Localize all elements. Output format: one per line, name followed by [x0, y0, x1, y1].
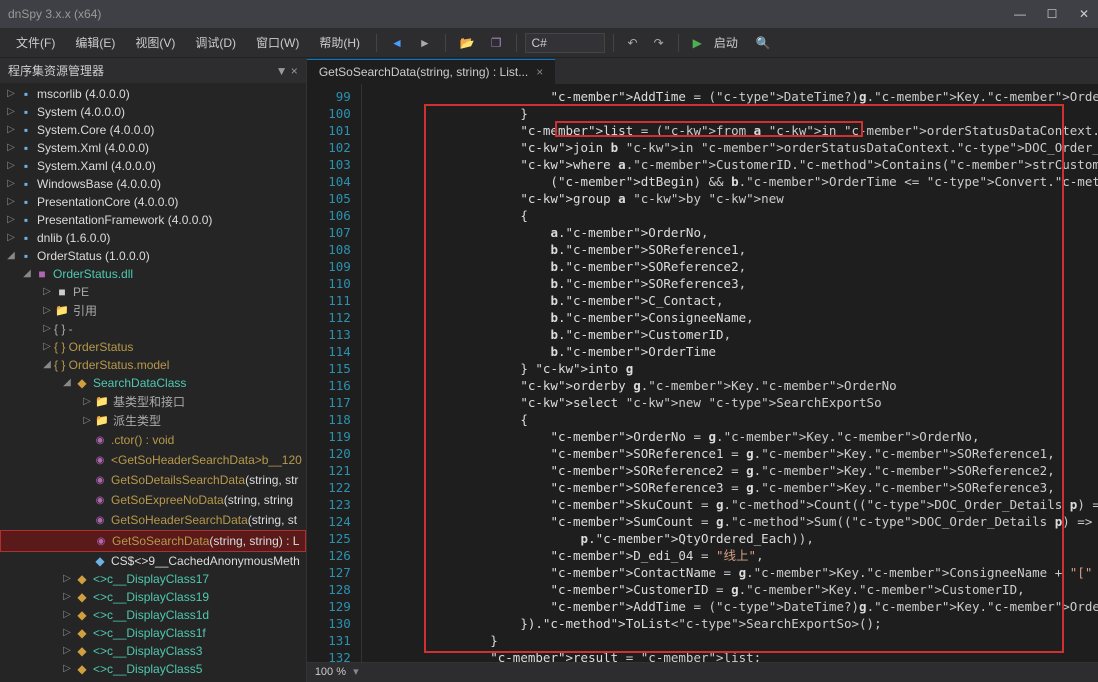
assembly-explorer-title: 程序集资源管理器 [8, 62, 104, 79]
tree-basetypes[interactable]: ▷基类型和接口 [0, 392, 306, 411]
tree-dnlib[interactable]: ▷dnlib (1.6.0.0) [0, 229, 306, 247]
tree-dc3[interactable]: ▷<>c__DisplayClass3 [0, 642, 306, 660]
run-icon[interactable]: ▶ [687, 32, 708, 54]
tree-ctor[interactable]: .ctor() : void [0, 430, 306, 450]
tree-m5-selected[interactable]: GetSoSearchData(string, string) : L [0, 530, 306, 552]
tree-searchdataclass[interactable]: ◢SearchDataClass [0, 374, 306, 392]
menu-edit[interactable]: 编辑(E) [67, 30, 123, 55]
save-icon[interactable]: ❐ [485, 32, 508, 54]
editor-tabs: GetSoSearchData(string, string) : List..… [307, 58, 1098, 84]
menu-view[interactable]: 视图(V) [127, 30, 183, 55]
menu-help[interactable]: 帮助(H) [311, 30, 368, 55]
zoom-level[interactable]: 100 % [315, 666, 346, 678]
minimize-icon[interactable]: — [1014, 8, 1026, 20]
tree-systemxaml[interactable]: ▷System.Xaml (4.0.0.0) [0, 157, 306, 175]
tree-ns-orderstatus[interactable]: ▷{ } OrderStatus [0, 338, 306, 356]
tree-presentationframework[interactable]: ▷PresentationFramework (4.0.0.0) [0, 211, 306, 229]
tree-ns-orderstatus-model[interactable]: ◢{ } OrderStatus.model [0, 356, 306, 374]
tree-m2[interactable]: GetSoDetailsSearchData(string, str [0, 470, 306, 490]
code-view[interactable]: "c-member">AddTime = ("c-type">DateTime?… [362, 84, 1098, 662]
tree-dc1d[interactable]: ▷<>c__DisplayClass1d [0, 606, 306, 624]
forward-icon[interactable]: ► [413, 32, 437, 54]
tree-orderstatus-dll[interactable]: ◢OrderStatus.dll [0, 265, 306, 283]
tab-title: GetSoSearchData(string, string) : List..… [319, 65, 528, 79]
tree-m6[interactable]: ◆CS$<>9__CachedAnonymousMeth [0, 552, 306, 570]
close-icon[interactable]: ✕ [1078, 8, 1090, 20]
tree-dc8[interactable]: ▷<>c__DisplayClass8 [0, 678, 306, 682]
menu-file[interactable]: 文件(F) [8, 30, 63, 55]
assembly-tree[interactable]: ▷mscorlib (4.0.0.0) ▷System (4.0.0.0) ▷S… [0, 83, 306, 682]
menu-debug[interactable]: 调试(D) [187, 30, 244, 55]
tree-derived[interactable]: ▷派生类型 [0, 411, 306, 430]
line-number-gutter: 99 100 101 102 103 104 105 106 107 108 1… [307, 84, 362, 662]
run-label[interactable]: 启动 [714, 34, 738, 51]
tree-presentationcore[interactable]: ▷PresentationCore (4.0.0.0) [0, 193, 306, 211]
tree-ns-empty[interactable]: ▷{ } - [0, 320, 306, 338]
tree-dc5[interactable]: ▷<>c__DisplayClass5 [0, 660, 306, 678]
back-icon[interactable]: ◄ [385, 32, 409, 54]
tree-pe[interactable]: ▷■PE [0, 283, 306, 301]
maximize-icon[interactable]: ☐ [1046, 8, 1058, 20]
tree-mscorlib[interactable]: ▷mscorlib (4.0.0.0) [0, 85, 306, 103]
tree-systemcore[interactable]: ▷System.Core (4.0.0.0) [0, 121, 306, 139]
redo-icon[interactable]: ↷ [648, 32, 670, 54]
tab-close-icon[interactable]: × [536, 65, 543, 79]
language-dropdown[interactable]: C# [525, 33, 605, 53]
assembly-explorer-header: 程序集资源管理器 ▼ × [0, 58, 306, 83]
menu-window[interactable]: 窗口(W) [248, 30, 307, 55]
menubar: 文件(F) 编辑(E) 视图(V) 调试(D) 窗口(W) 帮助(H) ◄ ► … [0, 28, 1098, 58]
tree-dc17[interactable]: ▷<>c__DisplayClass17 [0, 570, 306, 588]
tree-dc1f[interactable]: ▷<>c__DisplayClass1f [0, 624, 306, 642]
tree-windowsbase[interactable]: ▷WindowsBase (4.0.0.0) [0, 175, 306, 193]
tree-m3[interactable]: GetSoExpreeNoData(string, string [0, 490, 306, 510]
tree-systemxml[interactable]: ▷System.Xml (4.0.0.0) [0, 139, 306, 157]
search-icon[interactable]: 🔍 [750, 32, 777, 54]
panel-options-icon[interactable]: ▼ × [276, 64, 298, 78]
open-icon[interactable]: 📂 [454, 32, 481, 54]
tree-m4[interactable]: GetSoHeaderSearchData(string, st [0, 510, 306, 530]
assembly-explorer: 程序集资源管理器 ▼ × ▷mscorlib (4.0.0.0) ▷System… [0, 58, 307, 682]
tree-system[interactable]: ▷System (4.0.0.0) [0, 103, 306, 121]
tree-references[interactable]: ▷引用 [0, 301, 306, 320]
editor-tab-active[interactable]: GetSoSearchData(string, string) : List..… [307, 59, 555, 84]
undo-icon[interactable]: ↶ [622, 32, 644, 54]
window-titlebar: dnSpy 3.x.x (x64) — ☐ ✕ [0, 0, 1098, 28]
tree-dc19[interactable]: ▷<>c__DisplayClass19 [0, 588, 306, 606]
tree-m1[interactable]: <GetSoHeaderSearchData>b__120 [0, 450, 306, 470]
tree-orderstatus[interactable]: ◢OrderStatus (1.0.0.0) [0, 247, 306, 265]
editor-statusbar: 100 % ▾ [307, 662, 1098, 682]
code-editor: GetSoSearchData(string, string) : List..… [307, 58, 1098, 682]
zoom-dropdown-icon[interactable]: ▾ [353, 666, 359, 678]
window-title: dnSpy 3.x.x (x64) [8, 7, 1014, 21]
